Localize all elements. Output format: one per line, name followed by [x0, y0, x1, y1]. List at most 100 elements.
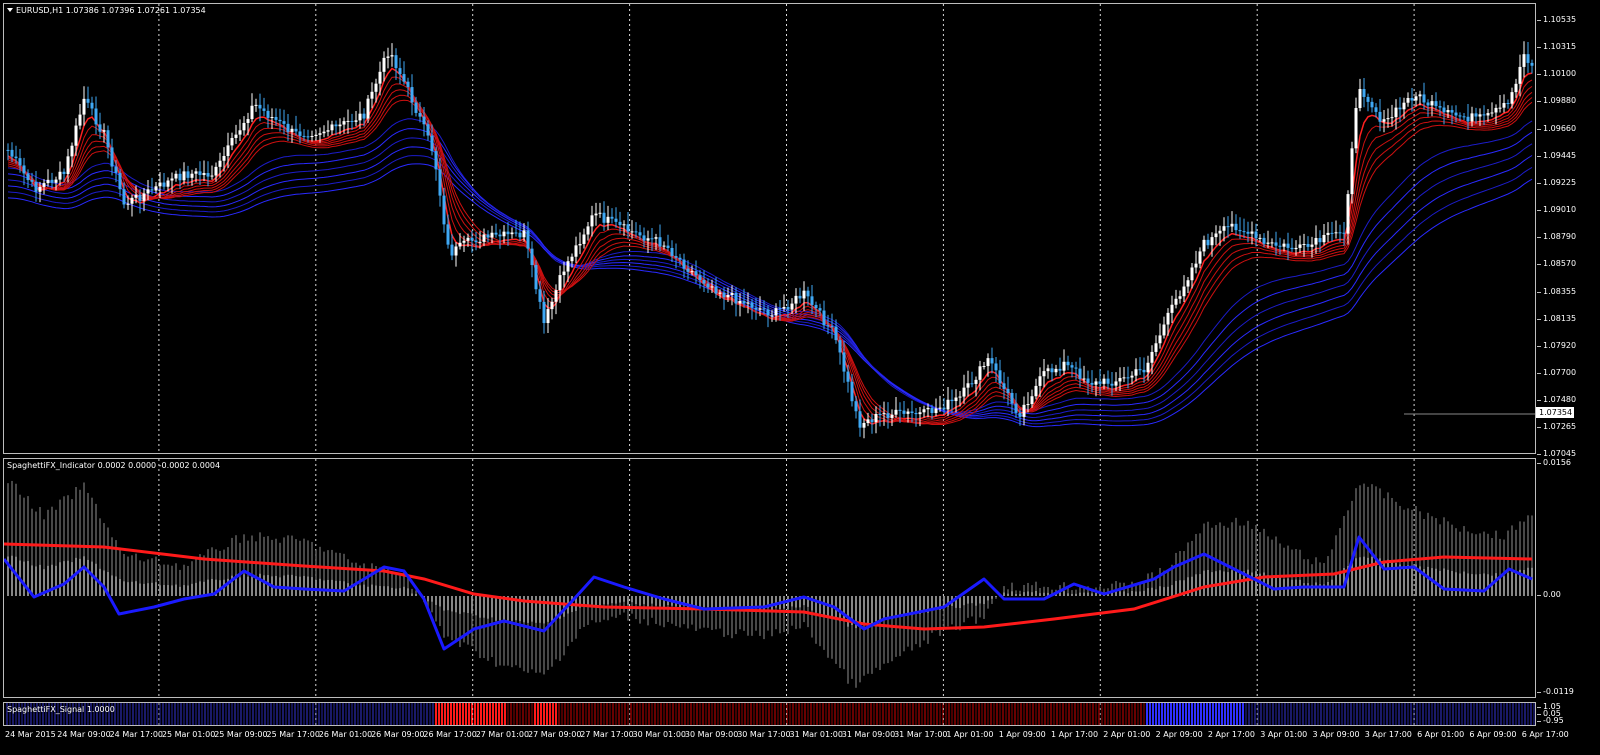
candle-body	[342, 121, 346, 125]
price-axis[interactable]: 1.10535 1.10315 1.10100 1.09880 1.09660 1.094…	[1537, 3, 1600, 458]
signal-bar	[120, 703, 122, 725]
signal-bar	[1140, 703, 1142, 725]
fast-line	[4, 535, 1533, 651]
candle-body	[834, 326, 838, 341]
candle-body	[1126, 377, 1130, 379]
fast-ribbon-line	[7, 67, 1533, 425]
price-axis-tick	[1537, 345, 1541, 347]
signal-bar	[861, 703, 863, 725]
time-axis[interactable]: 24 Mar 2015 24 Mar 09:00 24 Mar 17:00 25 Ma…	[3, 727, 1569, 741]
indicator-pane[interactable]: SpaghettiFX_Indicator 0.0002 0.0000 -0.0…	[3, 458, 1536, 698]
price-axis-tick	[1537, 291, 1541, 293]
signal-bar	[1086, 703, 1088, 725]
signal-bar	[1065, 703, 1067, 725]
candle-body	[898, 409, 902, 411]
time-label: 6 Apr 17:00	[1521, 730, 1569, 739]
signal-bar	[288, 703, 290, 725]
signal-bar	[618, 703, 620, 725]
candle-body	[674, 256, 678, 258]
signal-bar	[324, 703, 326, 725]
signal-bar	[894, 703, 896, 725]
signal-bar	[744, 703, 746, 725]
time-label: 24 Mar 09:00	[57, 730, 111, 739]
signal-bar	[534, 703, 536, 725]
signal-bar	[1452, 703, 1454, 725]
signal-bar	[444, 703, 446, 725]
candle-body	[598, 212, 602, 214]
candle-body	[434, 151, 438, 170]
signal-bar	[912, 703, 914, 725]
signal-bar	[840, 703, 842, 725]
signal-bar	[816, 703, 818, 725]
candle-body	[986, 358, 990, 367]
candle-body	[790, 303, 794, 310]
indicator-canvas[interactable]	[4, 459, 1536, 698]
candle-body	[1322, 234, 1326, 243]
candle-body	[418, 112, 422, 117]
price-chart-canvas[interactable]	[4, 4, 1536, 454]
time-label: 31 Mar 01:00	[789, 730, 843, 739]
candle-body	[1246, 231, 1250, 234]
signal-bar	[1506, 703, 1508, 725]
candle-body	[50, 179, 54, 183]
candle-body	[810, 296, 814, 305]
signal-bar	[561, 703, 563, 725]
price-axis-tick	[1537, 372, 1541, 374]
candle-body	[158, 182, 162, 187]
time-label: 25 Mar 09:00	[214, 730, 268, 739]
signal-canvas[interactable]	[4, 703, 1536, 726]
signal-bar	[255, 703, 257, 725]
signal-bar	[921, 703, 923, 725]
candle-body	[878, 413, 882, 415]
signal-bar	[1293, 703, 1295, 725]
candle-body	[1498, 107, 1502, 109]
signal-bar	[588, 703, 590, 725]
signal-bar	[753, 703, 755, 725]
signal-bar	[192, 703, 194, 725]
candle-body	[794, 295, 798, 304]
price-chart-pane[interactable]: EURUSD,H1 1.07386 1.07396 1.07261 1.0735…	[3, 3, 1536, 454]
candle-body	[122, 189, 126, 205]
signal-pane[interactable]: SpaghettiFX_Signal 1.0000	[3, 702, 1536, 726]
candle-body	[1054, 368, 1058, 373]
candle-body	[1010, 392, 1014, 404]
signal-bar	[807, 703, 809, 725]
signal-axis[interactable]: 1.05 0.05 -0.95	[1537, 702, 1600, 726]
candle-body	[1462, 116, 1466, 118]
candle-body	[338, 124, 342, 127]
candle-body	[1418, 94, 1422, 97]
candle-body	[1466, 116, 1470, 122]
signal-bar	[417, 703, 419, 725]
signal-bar	[1188, 703, 1190, 725]
signal-bar	[570, 703, 572, 725]
signal-bar	[1281, 703, 1283, 725]
candle-body	[578, 243, 582, 246]
signal-bar	[480, 703, 482, 725]
signal-axis-tick	[1537, 707, 1541, 708]
signal-bar	[906, 703, 908, 725]
time-label: 2 Apr 01:00	[1103, 730, 1151, 739]
candle-body	[550, 301, 554, 310]
candle-body	[806, 290, 810, 297]
candle-body	[1318, 238, 1322, 243]
candle-body	[1014, 403, 1018, 413]
signal-bar	[1008, 703, 1010, 725]
candle-body	[1414, 96, 1418, 101]
signal-bar	[1440, 703, 1442, 725]
signal-bar	[1011, 703, 1013, 725]
candle-body	[318, 133, 322, 135]
signal-bar	[879, 703, 881, 725]
time-label: 3 Apr 17:00	[1364, 730, 1412, 739]
signal-bar	[600, 703, 602, 725]
candle-body	[370, 91, 374, 99]
signal-bar	[714, 703, 716, 725]
signal-bar	[1218, 703, 1220, 725]
candle-body	[710, 286, 714, 288]
signal-bar	[1485, 703, 1487, 725]
candle-body	[366, 98, 370, 119]
candle-body	[414, 102, 418, 113]
time-label: 26 Mar 09:00	[371, 730, 425, 739]
signal-bar	[1023, 703, 1025, 725]
indicator-axis[interactable]: 0.0156 0.00 -0.0119	[1537, 458, 1600, 698]
candle-body	[166, 180, 170, 187]
